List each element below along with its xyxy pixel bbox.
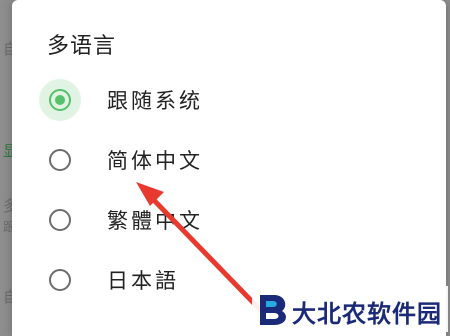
option-label: 跟随系统	[107, 89, 203, 113]
option-label: 日本語	[107, 269, 179, 293]
watermark-logo-icon	[260, 295, 286, 325]
radio-button-checked[interactable]	[49, 89, 71, 111]
option-traditional-chinese[interactable]: 繁體中文	[12, 192, 446, 248]
radio-button[interactable]	[49, 149, 71, 171]
radio-button[interactable]	[49, 269, 71, 291]
dialog-title: 多语言	[47, 34, 117, 59]
option-simplified-chinese[interactable]: 简体中文	[12, 132, 446, 188]
option-follow-system[interactable]: 跟随系统	[12, 72, 446, 128]
radio-button[interactable]	[49, 209, 71, 231]
option-label: 简体中文	[107, 149, 203, 173]
watermark-text: 大北农软件园	[292, 300, 442, 328]
watermark: 大北农软件园	[252, 286, 448, 332]
option-label: 繁體中文	[107, 209, 203, 233]
